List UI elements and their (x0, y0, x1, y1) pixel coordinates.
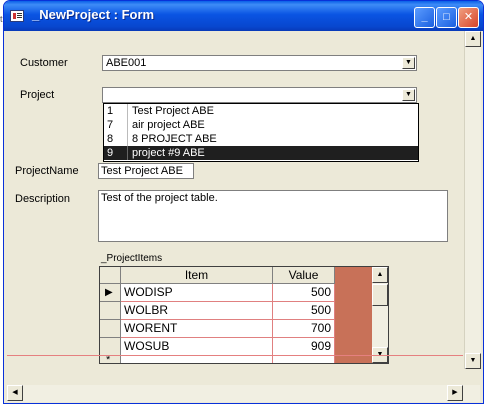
projectname-field[interactable]: Test Project ABE (98, 163, 194, 179)
table-row[interactable]: ▶ WODISP 500 (100, 284, 335, 302)
dropdown-item[interactable]: 1 Test Project ABE (104, 104, 418, 118)
cell-value[interactable] (273, 356, 335, 363)
project-combo[interactable]: ▼ (102, 87, 417, 103)
dropdown-item-name: Test Project ABE (132, 105, 214, 117)
title-bar[interactable]: _NewProject : Form _ □ ✕ (4, 1, 483, 31)
dropdown-item-id: 8 (107, 133, 114, 145)
dropdown-item[interactable]: 7 air project ABE (104, 118, 418, 132)
scroll-thumb[interactable] (372, 284, 388, 306)
cell-value[interactable]: 909 (273, 338, 335, 356)
column-header-item[interactable]: Item (121, 267, 273, 284)
dropdown-item-name: air project ABE (132, 119, 205, 131)
description-value: Test of the project table. (101, 192, 218, 204)
chevron-down-icon[interactable]: ▼ (402, 89, 415, 101)
scroll-right-button[interactable]: ▶ (447, 385, 463, 401)
table-row[interactable]: WOLBR 500 (100, 302, 335, 320)
dropdown-item-name: 8 PROJECT ABE (132, 133, 217, 145)
dropdown-item-id: 1 (107, 105, 114, 117)
select-all-corner[interactable] (100, 267, 121, 284)
description-field[interactable]: Test of the project table. (98, 190, 448, 242)
cell-item[interactable] (121, 356, 273, 363)
column-divider (127, 104, 128, 118)
form-horizontal-scrollbar[interactable]: ◀ ▶ (7, 385, 480, 402)
row-selector[interactable] (100, 320, 121, 338)
projectname-label: ProjectName (15, 165, 79, 177)
description-label: Description (15, 193, 71, 205)
project-dropdown-list[interactable]: 1 Test Project ABE 7 air project ABE 8 8… (103, 103, 419, 162)
row-selector[interactable]: * (100, 354, 121, 363)
column-divider (127, 118, 128, 132)
table-row[interactable]: WOSUB 909 (100, 338, 335, 356)
table-row[interactable]: WORENT 700 (100, 320, 335, 338)
customer-value: ABE001 (106, 57, 147, 69)
form-window: _NewProject : Form _ □ ✕ Customer ABE001… (3, 0, 484, 404)
chevron-down-icon[interactable]: ▼ (402, 57, 415, 69)
dropdown-item-selected[interactable]: 9 project #9 ABE (104, 146, 418, 160)
form-vertical-scrollbar[interactable]: ▲ ▼ (464, 31, 481, 369)
grid-empty-area (335, 267, 372, 363)
projectitems-label: _ProjectItems (101, 253, 163, 264)
form-icon[interactable] (10, 10, 24, 22)
form-section-divider (7, 355, 463, 356)
new-record-row[interactable]: * (100, 354, 335, 363)
projectname-value: Test Project ABE (101, 165, 183, 177)
row-selector[interactable] (100, 338, 121, 356)
dropdown-item[interactable]: 8 8 PROJECT ABE (104, 132, 418, 146)
scroll-up-button[interactable]: ▲ (465, 31, 481, 47)
column-divider (127, 146, 128, 160)
dropdown-item-name: project #9 ABE (132, 147, 205, 159)
scroll-down-button[interactable]: ▼ (465, 353, 481, 369)
maximize-button[interactable]: □ (436, 7, 457, 28)
scroll-left-button[interactable]: ◀ (7, 385, 23, 401)
cell-item[interactable]: WOSUB (121, 338, 273, 356)
column-header-value[interactable]: Value (273, 267, 335, 284)
dropdown-item-id: 9 (107, 147, 114, 159)
current-record-icon: ▶ (105, 287, 113, 298)
cell-value[interactable]: 700 (273, 320, 335, 338)
project-label: Project (20, 89, 55, 101)
window-title: _NewProject : Form (32, 7, 155, 22)
cell-value[interactable]: 500 (273, 284, 335, 302)
cell-item[interactable]: WOLBR (121, 302, 273, 320)
minimize-button[interactable]: _ (414, 7, 435, 28)
customer-label: Customer (20, 57, 68, 69)
form-body: Customer ABE001 ▼ Project ▼ 1 Test Proje… (7, 31, 481, 385)
row-selector[interactable]: ▶ (100, 284, 121, 302)
row-selector[interactable] (100, 302, 121, 320)
close-button[interactable]: ✕ (458, 7, 479, 28)
cell-value[interactable]: 500 (273, 302, 335, 320)
scroll-up-button[interactable]: ▲ (372, 267, 388, 283)
cell-item[interactable]: WODISP (121, 284, 273, 302)
subform-vertical-scrollbar[interactable]: ▲ ▼ (372, 267, 388, 363)
dropdown-item-id: 7 (107, 119, 114, 131)
cell-item[interactable]: WORENT (121, 320, 273, 338)
projectitems-subform[interactable]: Item Value ▶ WODISP 500 WOLBR 500 WORENT… (99, 266, 389, 364)
customer-combo[interactable]: ABE001 ▼ (102, 55, 417, 71)
column-divider (127, 132, 128, 146)
